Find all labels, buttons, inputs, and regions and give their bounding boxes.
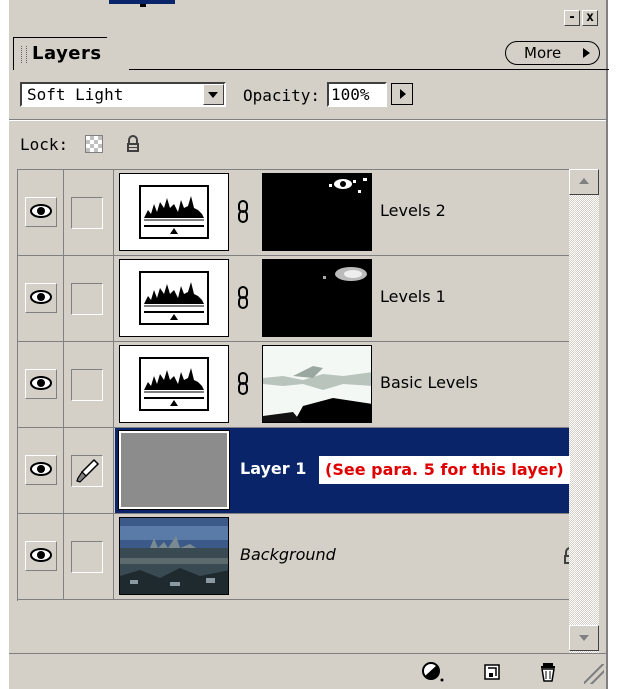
chain-link-icon[interactable] [237, 200, 249, 228]
brush-icon [76, 458, 100, 483]
opacity-label: Opacity: [243, 86, 321, 105]
layers-list: Levels 2 Levels 1 Basic Levels Layer 1 B… [17, 169, 576, 601]
tab-layers[interactable]: Layers [13, 37, 133, 70]
bottom-toolbar [9, 653, 606, 689]
close-button[interactable]: x [582, 10, 598, 26]
tab-underline [129, 69, 609, 70]
chain-link-icon[interactable] [237, 286, 249, 314]
minimize-button[interactable]: - [564, 10, 580, 26]
annotation-callout: (See para. 5 for this layer) [319, 456, 570, 484]
layer-row[interactable]: Levels 1 [18, 256, 570, 342]
levels-histogram-icon [119, 173, 229, 251]
layer-content[interactable]: Background [115, 514, 576, 599]
blend-mode-select[interactable]: Soft Light [20, 82, 226, 107]
lock-label: Lock: [20, 135, 69, 154]
link-toggle[interactable] [71, 283, 103, 315]
layer-row[interactable]: Background [18, 514, 576, 600]
layer-content[interactable]: Basic Levels [115, 342, 570, 427]
visibility-cell [18, 256, 64, 341]
visibility-cell [18, 342, 64, 427]
link-cell [64, 514, 114, 599]
link-toggle[interactable] [71, 197, 103, 229]
lock-all-icon[interactable] [123, 134, 143, 154]
layer-name[interactable]: Basic Levels [380, 373, 478, 392]
triangle-right-icon [583, 48, 590, 58]
layer-mask-thumbnail[interactable] [262, 345, 372, 423]
tab-layers-label: Layers [32, 43, 102, 64]
lock-row: Lock: [9, 126, 606, 162]
levels-histogram-icon [119, 259, 229, 337]
link-cell [64, 428, 114, 513]
eye-icon[interactable] [25, 541, 57, 571]
chain-link-icon[interactable] [237, 372, 249, 400]
layer-name[interactable]: Layer 1 [240, 459, 306, 478]
link-cell [64, 342, 114, 427]
opacity-input[interactable]: 100% [327, 82, 387, 107]
scroll-down-button[interactable] [569, 625, 599, 651]
vertical-scrollbar[interactable] [569, 169, 599, 653]
more-button[interactable]: More [505, 41, 600, 65]
tab-grip-icon [21, 46, 27, 63]
link-cell [64, 170, 114, 255]
visibility-cell [18, 428, 64, 513]
divider [9, 119, 606, 121]
link-toggle[interactable] [71, 455, 103, 487]
layer-thumbnail[interactable] [118, 430, 230, 510]
layer-name[interactable]: Background [240, 545, 336, 564]
link-cell [64, 256, 114, 341]
layer-mask-thumbnail[interactable] [262, 259, 372, 337]
resize-grip[interactable] [584, 664, 604, 684]
more-button-label: More [524, 44, 562, 62]
trash-icon[interactable] [537, 661, 561, 683]
background-photo-thumbnail[interactable] [119, 517, 229, 595]
layer-name[interactable]: Levels 1 [380, 287, 446, 306]
layer-row[interactable]: Basic Levels [18, 342, 570, 428]
layer-row[interactable]: Levels 2 [18, 170, 570, 256]
layer-content[interactable]: Levels 2 [115, 170, 570, 255]
eye-icon[interactable] [25, 369, 57, 399]
visibility-cell [18, 514, 64, 599]
layers-panel: - x Layers More Soft Light Opacity: 100%… [8, 0, 609, 689]
lock-transparency-icon[interactable] [85, 135, 103, 153]
opacity-slider-button[interactable] [391, 83, 413, 105]
layer-content[interactable]: Levels 1 [115, 256, 570, 341]
link-toggle[interactable] [71, 369, 103, 401]
adjustment-layer-icon[interactable] [421, 661, 445, 683]
scroll-up-button[interactable] [569, 169, 599, 195]
eye-icon[interactable] [25, 197, 57, 227]
title-accent-mark [140, 4, 146, 7]
link-toggle[interactable] [71, 541, 103, 573]
new-layer-icon[interactable] [481, 661, 505, 683]
chevron-down-icon[interactable] [203, 84, 224, 105]
panel-titlebar: - x [9, 0, 606, 34]
visibility-cell [18, 170, 64, 255]
eye-icon[interactable] [25, 283, 57, 313]
eye-icon[interactable] [25, 455, 57, 485]
blend-row: Soft Light Opacity: 100% [9, 78, 606, 114]
layer-mask-thumbnail[interactable] [262, 173, 372, 251]
levels-histogram-icon [119, 345, 229, 423]
blend-mode-value: Soft Light [27, 85, 124, 104]
layer-name[interactable]: Levels 2 [380, 201, 446, 220]
